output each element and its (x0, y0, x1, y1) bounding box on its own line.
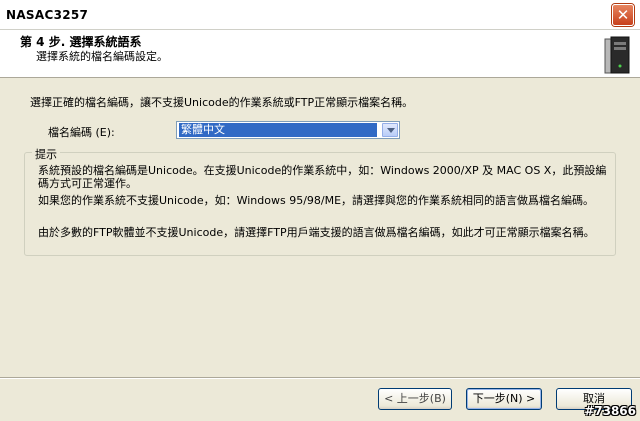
encoding-select[interactable]: 繁體中文 (176, 121, 400, 139)
window-title: NASAC3257 (6, 8, 89, 22)
footer-divider (0, 377, 640, 379)
chevron-down-icon[interactable] (382, 123, 398, 137)
next-button[interactable]: 下一步(N) > (466, 388, 542, 410)
watermark: #73866 (584, 404, 636, 418)
hint-paragraph-1: 系統預設的檔名編碼是Unicode。在支援Unicode的作業系統中，如：Win… (38, 164, 607, 190)
back-button[interactable]: < 上一步(B) (378, 388, 452, 410)
close-icon[interactable]: ✕ (612, 4, 634, 26)
encoding-label: 檔名編碼 (E): (48, 126, 115, 139)
hint-paragraph-3: 由於多數的FTP軟體並不支援Unicode，請選擇FTP用戶端支援的語言做爲檔名… (38, 226, 595, 239)
hint-legend: 提示 (32, 146, 60, 162)
instruction-text: 選擇正確的檔名編碼，讓不支援Unicode的作業系統或FTP正常顯示檔案名稱。 (30, 96, 414, 109)
wizard-header: 第 4 步. 選擇系統語系 選擇系統的檔名編碼設定。 (0, 30, 640, 78)
hint-paragraph-2: 如果您的作業系統不支援Unicode，如：Windows 95/98/ME，請選… (38, 194, 595, 207)
encoding-selected-value: 繁體中文 (179, 123, 377, 137)
computer-tower-icon (604, 36, 630, 74)
title-bar: NASAC3257 ✕ (0, 0, 640, 30)
step-subtitle: 選擇系統的檔名編碼設定。 (36, 50, 168, 63)
